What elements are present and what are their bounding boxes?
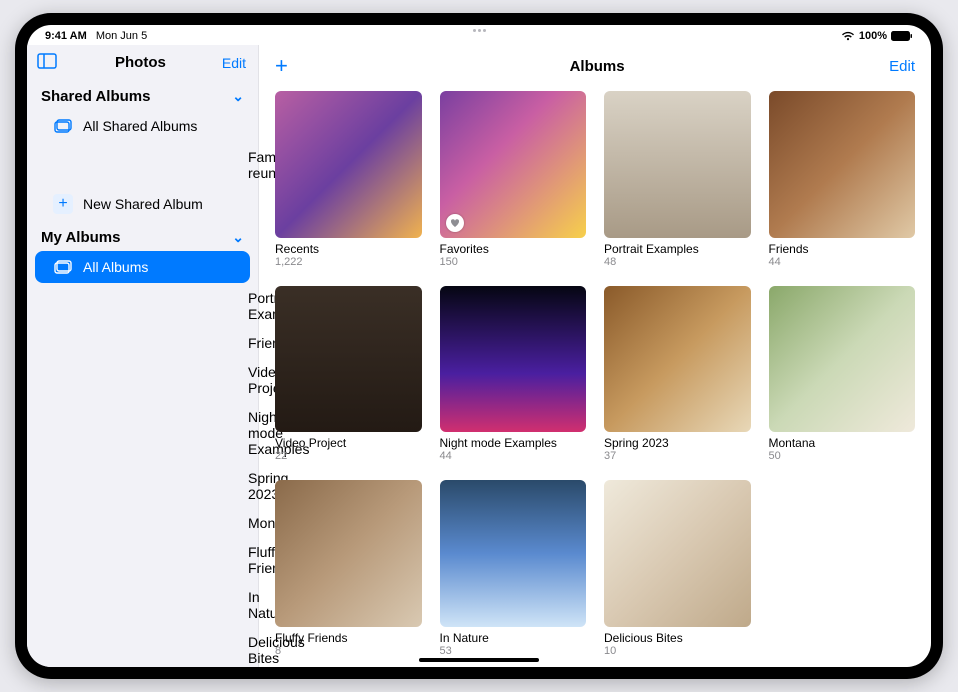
multitask-dots[interactable] [27, 29, 931, 32]
main-panel: + Albums Edit Recents1,222Favorites150Po… [259, 45, 931, 667]
album-thumbnail [440, 91, 587, 238]
home-indicator[interactable] [419, 658, 539, 662]
album-grid[interactable]: Recents1,222Favorites150Portrait Example… [259, 87, 931, 667]
status-bar: 9:41 AM Mon Jun 5 100% [27, 25, 931, 45]
main-edit-button[interactable]: Edit [889, 58, 915, 75]
album-name: Delicious Bites [604, 631, 751, 645]
sidebar: Photos Edit Shared Albums ⌄ All Shared Alb… [27, 45, 259, 667]
album-count: 22 [275, 450, 422, 462]
ipad-frame: 9:41 AM Mon Jun 5 100% Ph [15, 13, 943, 679]
album-thumbnail [769, 286, 916, 433]
sidebar-item-montana[interactable]: Montana [35, 509, 250, 537]
sidebar-item-delicious-bites[interactable]: Delicious Bites [35, 628, 250, 667]
album-count: 150 [440, 256, 587, 268]
album-name: In Nature [440, 631, 587, 645]
album-count: 48 [604, 256, 751, 268]
sidebar-item-label: New Shared Album [83, 196, 203, 212]
sidebar-title: Photos [59, 54, 222, 71]
battery-icon [891, 31, 913, 41]
album-count: 37 [604, 450, 751, 462]
sidebar-header: Photos Edit [27, 45, 258, 80]
sidebar-section-header[interactable]: Shared Albums ⌄ [27, 80, 258, 109]
album-video-project[interactable]: Video Project22 [275, 286, 422, 463]
album-in-nature[interactable]: In Nature53 [440, 480, 587, 657]
main-title: Albums [305, 58, 889, 75]
sidebar-item-family-reunion[interactable]: Family reunion [35, 143, 250, 187]
favorite-heart-icon [446, 214, 464, 232]
album-thumbnail [604, 91, 751, 238]
album-thumbnail [769, 91, 916, 238]
sidebar-item-label: All Shared Albums [83, 118, 197, 134]
album-name: Montana [769, 436, 916, 450]
album-name: Portrait Examples [604, 242, 751, 256]
album-portrait-examples[interactable]: Portrait Examples48 [604, 91, 751, 268]
sidebar-item-portrait-examples[interactable]: Portrait Examples [35, 284, 250, 328]
album-count: 53 [440, 645, 587, 657]
sidebar-item-video-project[interactable]: Video Project [35, 358, 250, 402]
screen: 9:41 AM Mon Jun 5 100% Ph [27, 25, 931, 667]
album-name: Favorites [440, 242, 587, 256]
add-album-button[interactable]: + [275, 53, 305, 79]
sidebar-item-label: All Albums [83, 259, 148, 275]
album-icon [53, 257, 73, 277]
album-count: 44 [769, 256, 916, 268]
album-fluffy-friends[interactable]: Fluffy Friends8 [275, 480, 422, 657]
sidebar-item-new-shared-album[interactable]: + New Shared Album [35, 188, 250, 220]
wifi-icon [841, 31, 855, 41]
plus-icon: + [53, 194, 73, 214]
album-name: Video Project [275, 436, 422, 450]
album-thumbnail [275, 480, 422, 627]
album-spring-2023[interactable]: Spring 202337 [604, 286, 751, 463]
sidebar-item-spring-2023[interactable]: Spring 2023 [35, 464, 250, 508]
sidebar-section-header[interactable]: My Albums ⌄ [27, 221, 258, 250]
album-name: Friends [769, 242, 916, 256]
shared-albums-icon [53, 116, 73, 136]
app-body: Photos Edit Shared Albums ⌄ All Shared Alb… [27, 45, 931, 667]
album-count: 44 [440, 450, 587, 462]
album-thumbnail [275, 286, 422, 433]
section-title: My Albums [41, 229, 120, 246]
album-recents[interactable]: Recents1,222 [275, 91, 422, 268]
album-thumbnail [440, 480, 587, 627]
album-night-mode-examples[interactable]: Night mode Examples44 [440, 286, 587, 463]
sidebar-toggle-icon[interactable] [37, 53, 59, 72]
album-name: Recents [275, 242, 422, 256]
album-thumbnail [604, 286, 751, 433]
sidebar-item-friends[interactable]: Friends [35, 329, 250, 357]
sidebar-item-in-nature[interactable]: In Nature [35, 583, 250, 627]
album-montana[interactable]: Montana50 [769, 286, 916, 463]
album-thumbnail [440, 286, 587, 433]
sidebar-item-night-mode-examples[interactable]: Night mode Examples [35, 403, 250, 463]
album-name: Spring 2023 [604, 436, 751, 450]
sidebar-item-all-shared-albums[interactable]: All Shared Albums [35, 110, 250, 142]
section-title: Shared Albums [41, 88, 150, 105]
album-friends[interactable]: Friends44 [769, 91, 916, 268]
album-favorites[interactable]: Favorites150 [440, 91, 587, 268]
album-thumbnail [604, 480, 751, 627]
sidebar-edit-button[interactable]: Edit [222, 55, 246, 71]
album-delicious-bites[interactable]: Delicious Bites10 [604, 480, 751, 657]
sidebar-item-fluffy-friends[interactable]: Fluffy Friends [35, 538, 250, 582]
main-header: + Albums Edit [259, 45, 931, 87]
album-name: Night mode Examples [440, 436, 587, 450]
album-thumbnail [275, 91, 422, 238]
album-count: 50 [769, 450, 916, 462]
chevron-down-icon: ⌄ [232, 229, 244, 246]
album-count: 8 [275, 645, 422, 657]
album-count: 1,222 [275, 256, 422, 268]
sidebar-item-all-albums[interactable]: All Albums [35, 251, 250, 283]
chevron-down-icon: ⌄ [232, 88, 244, 105]
album-count: 10 [604, 645, 751, 657]
album-name: Fluffy Friends [275, 631, 422, 645]
